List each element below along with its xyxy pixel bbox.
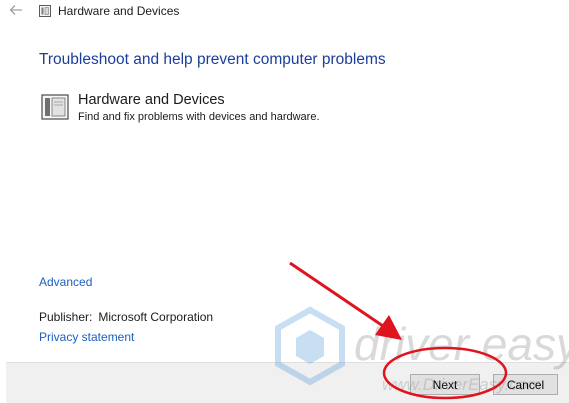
- publisher-value: Microsoft Corporation: [98, 310, 214, 324]
- window-title: Hardware and Devices: [58, 4, 180, 18]
- privacy-statement-link[interactable]: Privacy statement: [39, 330, 134, 344]
- advanced-link[interactable]: Advanced: [39, 275, 92, 289]
- troubleshooter-icon: [38, 4, 52, 18]
- next-button[interactable]: Next: [410, 374, 480, 395]
- annotation-arrow-head: [375, 315, 402, 340]
- title-bar: Hardware and Devices: [0, 0, 569, 24]
- footer-bar: Next Cancel: [6, 362, 569, 403]
- cancel-button[interactable]: Cancel: [493, 374, 558, 395]
- publisher-label: Publisher:: [39, 310, 93, 324]
- troubleshooter-description: Find and fix problems with devices and h…: [78, 111, 320, 123]
- back-arrow-icon[interactable]: [8, 2, 24, 18]
- annotation-arrow-shaft: [289, 261, 384, 328]
- publisher-line: Publisher: Microsoft Corporation: [39, 310, 213, 324]
- hardware-device-icon: [40, 92, 70, 122]
- page-heading: Troubleshoot and help prevent computer p…: [39, 51, 386, 68]
- troubleshooter-title: Hardware and Devices: [78, 92, 225, 108]
